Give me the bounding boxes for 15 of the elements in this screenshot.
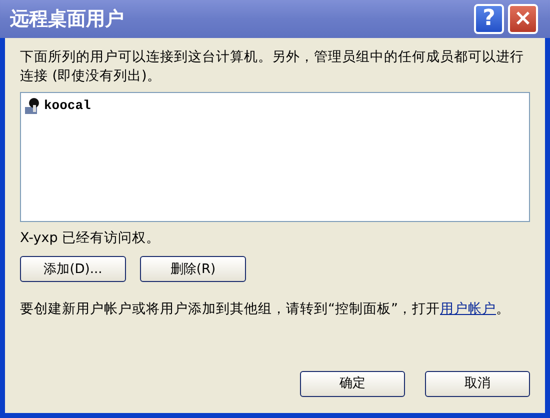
help-button[interactable]: ?	[474, 4, 504, 34]
window-title: 远程桌面用户	[10, 6, 124, 32]
user-accounts-link[interactable]: 用户帐户	[440, 301, 496, 318]
remove-button[interactable]: 删除(R)	[140, 256, 246, 282]
close-button[interactable]: ×	[508, 4, 538, 34]
intro-text: 下面所列的用户可以连接到这台计算机。另外，管理员组中的任何成员都可以进行连接 (即使没有列出)。	[20, 48, 525, 86]
ok-button[interactable]: 确定	[300, 371, 405, 397]
cancel-button[interactable]: 取消	[425, 371, 530, 397]
user-list-item[interactable]: koocal	[24, 96, 526, 116]
user-list[interactable]: koocal	[20, 92, 530, 222]
add-button[interactable]: 添加(D)...	[20, 256, 126, 282]
user-icon	[24, 97, 42, 115]
user-name: koocal	[44, 97, 91, 116]
footer-text: 要创建新用户帐户或将用户添加到其他组，请转到“控制面板”，打开用户帐户。	[20, 300, 511, 320]
access-note: X-yxp 已经有访问权。	[20, 229, 162, 248]
